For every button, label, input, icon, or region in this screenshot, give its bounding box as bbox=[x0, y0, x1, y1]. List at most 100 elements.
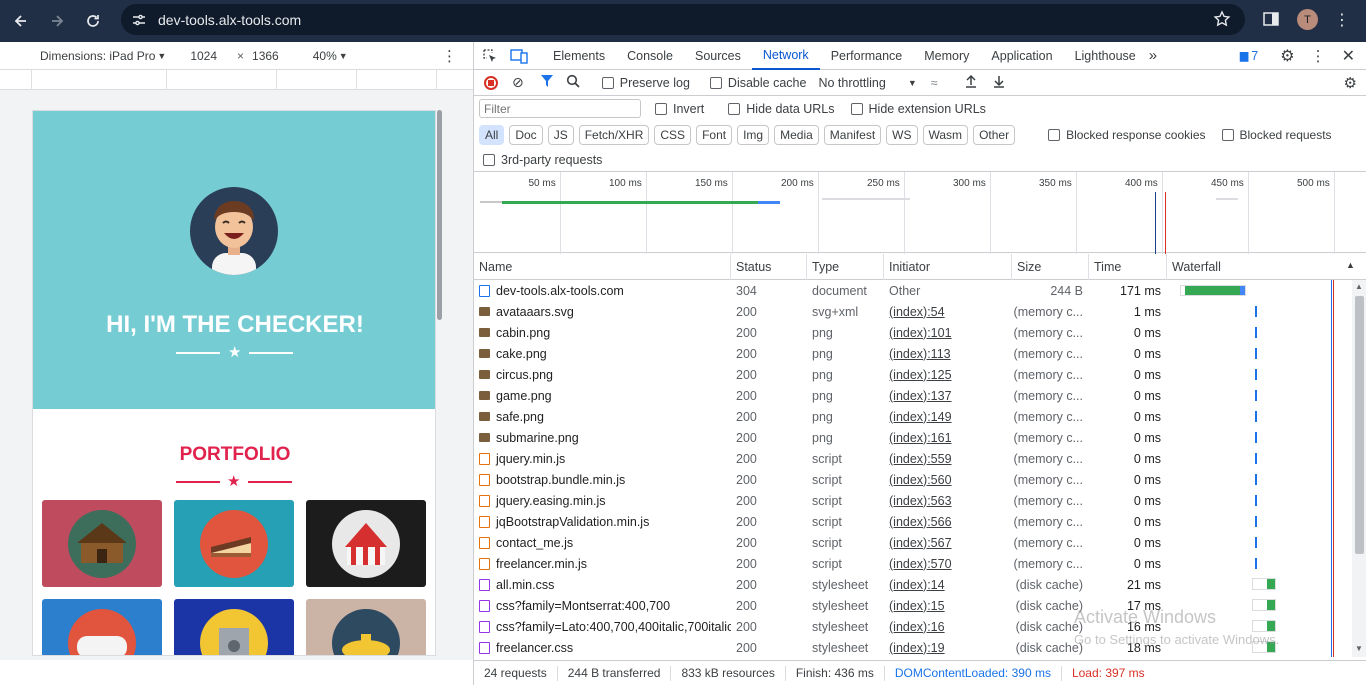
filter-funnel-icon[interactable] bbox=[540, 74, 554, 91]
table-row[interactable]: cake.png 200 png (index):113 (memory c... 0 m… bbox=[474, 343, 1352, 364]
type-filter-doc[interactable]: Doc bbox=[509, 125, 543, 145]
third-party-checkbox[interactable] bbox=[483, 153, 495, 166]
tab-performance[interactable]: Performance bbox=[820, 42, 914, 70]
tab-elements[interactable]: Elements bbox=[542, 42, 616, 70]
width-input[interactable]: 1024 bbox=[190, 49, 217, 63]
table-row[interactable]: jquery.easing.min.js 200 script (index):563… bbox=[474, 490, 1352, 511]
scroll-up-icon[interactable]: ▲ bbox=[1355, 282, 1363, 291]
scroll-down-icon[interactable]: ▼ bbox=[1355, 644, 1363, 653]
table-row[interactable]: jqBootstrapValidation.min.js 200 script (in… bbox=[474, 511, 1352, 532]
profile-avatar[interactable]: T bbox=[1297, 9, 1318, 30]
tab-application[interactable]: Application bbox=[980, 42, 1063, 70]
import-har-icon[interactable] bbox=[964, 74, 978, 91]
request-name-cell[interactable]: submarine.png bbox=[474, 427, 731, 448]
table-scrollbar[interactable]: ▲ ▼ bbox=[1352, 280, 1366, 657]
table-row[interactable]: all.min.css 200 stylesheet (index):14 (disk … bbox=[474, 574, 1352, 595]
request-initiator[interactable]: (index):19 bbox=[884, 637, 1012, 657]
request-initiator[interactable]: (index):570 bbox=[884, 553, 1012, 574]
request-name-cell[interactable]: jquery.min.js bbox=[474, 448, 731, 469]
blocked-response-cookies-checkbox[interactable] bbox=[1048, 129, 1061, 141]
export-har-icon[interactable] bbox=[992, 74, 1006, 91]
col-size[interactable]: Size bbox=[1012, 254, 1089, 280]
table-row[interactable]: bootstrap.bundle.min.js 200 script (index):… bbox=[474, 469, 1352, 490]
request-initiator[interactable]: (index):567 bbox=[884, 532, 1012, 553]
invert-checkbox[interactable] bbox=[655, 102, 667, 115]
portfolio-tile-submarine[interactable] bbox=[306, 599, 426, 655]
type-filter-js[interactable]: JS bbox=[547, 125, 574, 145]
request-name-cell[interactable]: cake.png bbox=[474, 343, 731, 364]
table-row[interactable]: safe.png 200 png (index):149 (memory c... 0 m… bbox=[474, 406, 1352, 427]
zoom-select[interactable]: 40% ▼ bbox=[313, 49, 348, 63]
devtools-menu-icon[interactable]: ⋮ bbox=[1311, 47, 1326, 65]
back-button[interactable] bbox=[10, 10, 32, 32]
request-name-cell[interactable]: all.min.css bbox=[474, 574, 731, 595]
request-name-cell[interactable]: css?family=Montserrat:400,700 bbox=[474, 595, 731, 616]
bookmark-star-icon[interactable] bbox=[1213, 10, 1231, 31]
type-filter-manifest[interactable]: Manifest bbox=[823, 125, 882, 145]
tab-sources[interactable]: Sources bbox=[684, 42, 752, 70]
device-select[interactable]: Dimensions: iPad Pro ▼ bbox=[40, 49, 166, 63]
request-name-cell[interactable]: jquery.easing.min.js bbox=[474, 490, 731, 511]
request-initiator[interactable]: (index):125 bbox=[884, 364, 1012, 385]
tab-console[interactable]: Console bbox=[616, 42, 684, 70]
forward-button[interactable] bbox=[46, 10, 68, 32]
type-filter-wasm[interactable]: Wasm bbox=[922, 125, 969, 145]
height-input[interactable]: 1366 bbox=[252, 49, 279, 63]
type-filter-img[interactable]: Img bbox=[737, 125, 770, 145]
type-filter-font[interactable]: Font bbox=[696, 125, 733, 145]
request-initiator[interactable]: (index):563 bbox=[884, 490, 1012, 511]
blocked-requests-checkbox[interactable] bbox=[1221, 129, 1234, 141]
more-tabs-icon[interactable]: » bbox=[1149, 47, 1157, 64]
preserve-log-checkbox[interactable] bbox=[601, 76, 614, 89]
request-initiator[interactable]: (index):14 bbox=[884, 574, 1012, 595]
table-row[interactable]: css?family=Montserrat:400,700 200 styleshe… bbox=[474, 595, 1352, 616]
issues-badge[interactable]: ▆ 7 bbox=[1240, 49, 1258, 63]
request-name-cell[interactable]: avataaars.svg bbox=[474, 301, 731, 322]
request-initiator[interactable]: (index):16 bbox=[884, 616, 1012, 637]
request-name-cell[interactable]: cabin.png bbox=[474, 322, 731, 343]
hide-data-urls-checkbox[interactable] bbox=[728, 102, 741, 115]
filter-input[interactable] bbox=[479, 99, 641, 118]
request-name-cell[interactable]: bootstrap.bundle.min.js bbox=[474, 469, 731, 490]
viewport-scrollbar[interactable] bbox=[437, 110, 442, 320]
type-filter-fetchxhr[interactable]: Fetch/XHR bbox=[578, 125, 650, 145]
hide-extension-urls-checkbox[interactable] bbox=[850, 102, 863, 115]
record-stop-icon[interactable] bbox=[484, 75, 498, 90]
request-initiator[interactable]: (index):137 bbox=[884, 385, 1012, 406]
table-row[interactable]: game.png 200 png (index):137 (memory c... 0 m… bbox=[474, 385, 1352, 406]
table-row[interactable]: circus.png 200 png (index):125 (memory c... 0… bbox=[474, 364, 1352, 385]
tab-memory[interactable]: Memory bbox=[913, 42, 980, 70]
table-row[interactable]: cabin.png 200 png (index):101 (memory c... 0 … bbox=[474, 322, 1352, 343]
col-waterfall[interactable]: Waterfall bbox=[1167, 254, 1366, 280]
network-settings-icon[interactable]: ⚙ bbox=[1344, 74, 1357, 92]
type-filter-other[interactable]: Other bbox=[973, 125, 1016, 145]
request-initiator[interactable]: (index):54 bbox=[884, 301, 1012, 322]
table-row[interactable]: dev-tools.alx-tools.com 304 document Other 2… bbox=[474, 280, 1352, 301]
table-row[interactable]: jquery.min.js 200 script (index):559 (memory… bbox=[474, 448, 1352, 469]
table-row[interactable]: submarine.png 200 png (index):161 (memory c.… bbox=[474, 427, 1352, 448]
request-initiator[interactable]: (index):113 bbox=[884, 343, 1012, 364]
request-name-cell[interactable]: freelancer.css bbox=[474, 637, 731, 657]
request-name-cell[interactable]: freelancer.min.js bbox=[474, 553, 731, 574]
table-scroll-thumb[interactable] bbox=[1355, 296, 1364, 554]
request-initiator[interactable]: (index):560 bbox=[884, 469, 1012, 490]
request-name-cell[interactable]: safe.png bbox=[474, 406, 731, 427]
inspect-element-icon[interactable] bbox=[482, 48, 500, 64]
portfolio-tile-cabin[interactable] bbox=[42, 500, 162, 587]
type-filter-media[interactable]: Media bbox=[774, 125, 819, 145]
reload-button[interactable] bbox=[82, 10, 104, 32]
request-initiator[interactable]: (index):149 bbox=[884, 406, 1012, 427]
request-initiator[interactable]: (index):161 bbox=[884, 427, 1012, 448]
request-name-cell[interactable]: circus.png bbox=[474, 364, 731, 385]
request-name-cell[interactable]: game.png bbox=[474, 385, 731, 406]
col-initiator[interactable]: Initiator bbox=[884, 254, 1012, 280]
request-name-cell[interactable]: jqBootstrapValidation.min.js bbox=[474, 511, 731, 532]
table-row[interactable]: contact_me.js 200 script (index):567 (memory… bbox=[474, 532, 1352, 553]
disable-cache-checkbox[interactable] bbox=[709, 76, 722, 89]
sort-up-icon[interactable]: ▲ bbox=[1346, 260, 1355, 270]
side-panel-icon[interactable] bbox=[1262, 10, 1280, 31]
request-name-cell[interactable]: dev-tools.alx-tools.com bbox=[474, 280, 731, 301]
type-filter-all[interactable]: All bbox=[479, 125, 505, 145]
col-time[interactable]: Time bbox=[1089, 254, 1167, 280]
type-filter-ws[interactable]: WS bbox=[886, 125, 918, 145]
